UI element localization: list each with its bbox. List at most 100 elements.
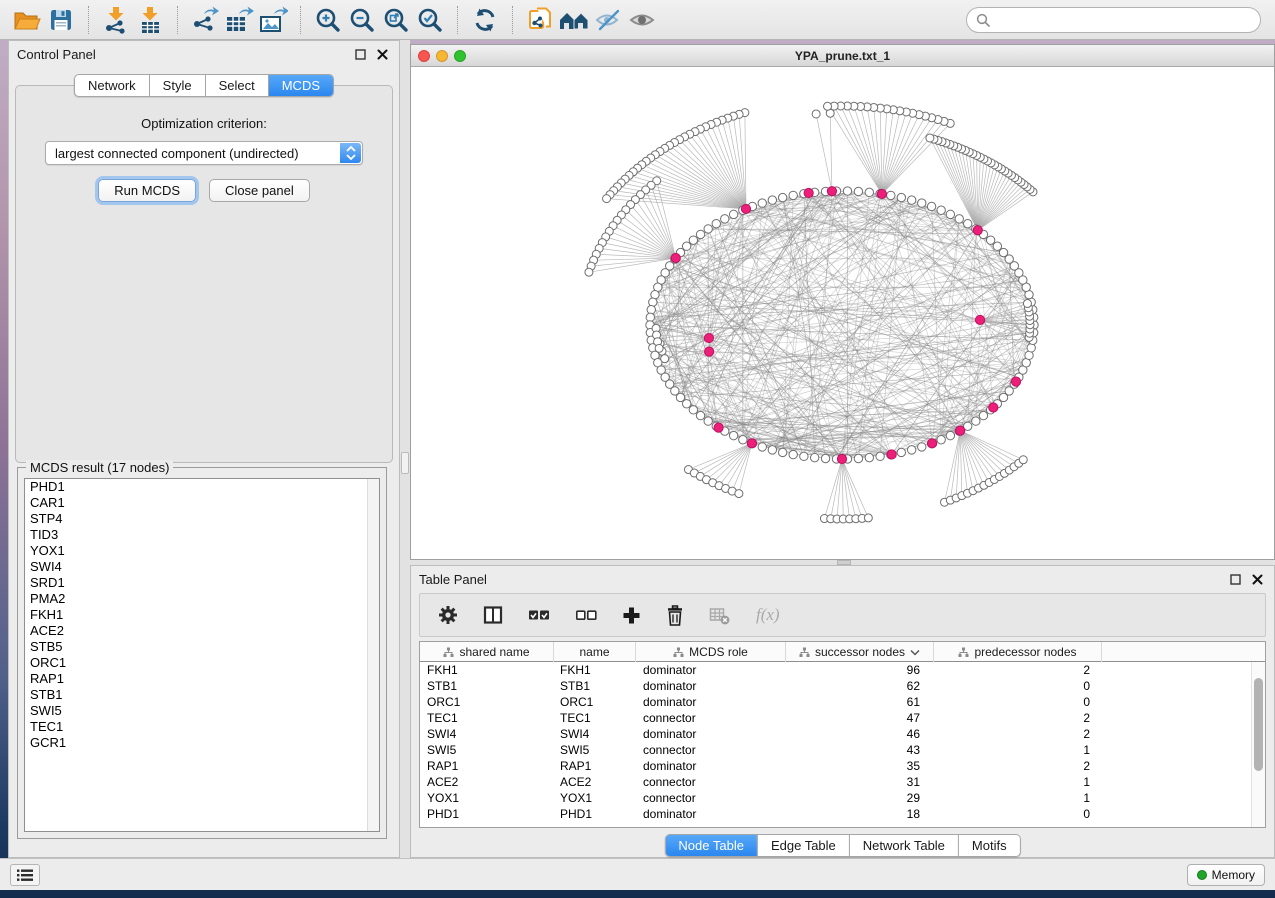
show-all-button[interactable] [625, 4, 659, 36]
mcds-result-item[interactable]: RAP1 [25, 671, 379, 687]
search-input[interactable] [996, 12, 1251, 27]
import-table-button[interactable] [133, 4, 167, 36]
table-tab-edge-table[interactable]: Edge Table [757, 835, 849, 856]
table-row[interactable]: TEC1TEC1connector472 [420, 710, 1265, 726]
run-mcds-button[interactable]: Run MCDS [98, 179, 196, 202]
show-column-button[interactable] [483, 605, 503, 625]
mcds-result-item[interactable]: TID3 [25, 527, 379, 543]
clone-network-button[interactable] [523, 4, 557, 36]
mcds-result-item[interactable]: CAR1 [25, 495, 379, 511]
mcds-result-item[interactable]: PMA2 [25, 591, 379, 607]
mcds-result-item[interactable]: STB1 [25, 687, 379, 703]
close-panel-button-mcds[interactable]: Close panel [209, 179, 310, 202]
save-session-button[interactable] [44, 4, 78, 36]
first-neighbors-icon [558, 8, 590, 32]
mcds-result-list[interactable]: PHD1CAR1STP4TID3YOX1SWI4SRD1PMA2FKH1ACE2… [24, 478, 380, 832]
float-panel-button[interactable] [351, 45, 369, 63]
open-session-button[interactable] [10, 4, 44, 36]
task-history-button[interactable] [10, 864, 40, 886]
network-window-titlebar[interactable]: YPA_prune.txt_1 [411, 45, 1274, 67]
table-row[interactable]: FKH1FKH1dominator962 [420, 662, 1265, 678]
table-row[interactable]: RAP1RAP1dominator352 [420, 758, 1265, 774]
mcds-result-item[interactable]: SRD1 [25, 575, 379, 591]
table-tab-node-table[interactable]: Node Table [665, 835, 757, 856]
close-table-panel-button[interactable] [1248, 570, 1266, 588]
column-header-MCDS-role[interactable]: MCDS role [636, 642, 786, 662]
table-settings-button[interactable] [438, 605, 458, 625]
memory-status-icon [1197, 870, 1207, 880]
float-table-panel-button[interactable] [1226, 570, 1244, 588]
mcds-result-item[interactable]: STB5 [25, 639, 379, 655]
export-image-button[interactable] [256, 4, 290, 36]
table-cell: 47 [786, 710, 934, 726]
mcds-result-item[interactable]: SWI4 [25, 559, 379, 575]
close-panel-button[interactable] [373, 45, 391, 63]
mcds-result-item[interactable]: GCR1 [25, 735, 379, 751]
zoom-fit-button[interactable] [379, 4, 413, 36]
table-cell: 2 [934, 710, 1102, 726]
table-row[interactable]: STB1STB1dominator620 [420, 678, 1265, 694]
table-tab-motifs[interactable]: Motifs [958, 835, 1020, 856]
apply-layout-button[interactable] [468, 4, 502, 36]
import-table-icon [137, 6, 163, 34]
table-row[interactable]: YOX1YOX1connector291 [420, 790, 1265, 806]
import-network-button[interactable] [99, 4, 133, 36]
table-tab-network-table[interactable]: Network Table [849, 835, 958, 856]
mcds-result-item[interactable]: STP4 [25, 511, 379, 527]
select-all-button[interactable] [528, 607, 550, 623]
column-header-successor-nodes[interactable]: successor nodes [786, 642, 934, 662]
first-neighbors-button[interactable] [557, 4, 591, 36]
table-panel: Table Panel [410, 565, 1275, 858]
export-table-button[interactable] [222, 4, 256, 36]
table-row[interactable]: ACE2ACE2connector311 [420, 774, 1265, 790]
search-field[interactable] [966, 7, 1261, 33]
unselect-all-button[interactable] [575, 607, 597, 623]
vertical-splitter[interactable] [400, 40, 410, 858]
zoom-selected-button[interactable] [413, 4, 447, 36]
column-header-predecessor-nodes[interactable]: predecessor nodes [934, 642, 1102, 662]
mcds-result-item[interactable]: FKH1 [25, 607, 379, 623]
column-header-shared-name[interactable]: shared name [420, 642, 554, 662]
tab-select[interactable]: Select [205, 75, 268, 96]
memory-button[interactable]: Memory [1187, 864, 1265, 886]
mcds-list-scrollbar[interactable] [367, 479, 379, 831]
mcds-result-item[interactable]: ACE2 [25, 623, 379, 639]
mcds-result-item[interactable]: PHD1 [25, 479, 379, 495]
tree-column-icon [799, 647, 810, 658]
table-scrollbar[interactable] [1251, 662, 1265, 827]
tab-mcds[interactable]: MCDS [268, 75, 333, 96]
hide-selected-button[interactable] [591, 4, 625, 36]
zoom-out-button[interactable] [345, 4, 379, 36]
gear-icon [438, 605, 458, 625]
tab-style[interactable]: Style [149, 75, 205, 96]
table-row[interactable]: ORC1ORC1dominator610 [420, 694, 1265, 710]
function-builder-button[interactable]: f(x) [756, 605, 780, 625]
table-row[interactable]: SWI4SWI4dominator462 [420, 726, 1265, 742]
mcds-result-group: MCDS result (17 nodes) PHD1CAR1STP4TID3Y… [17, 467, 387, 839]
table-cell: 62 [786, 678, 934, 694]
splitter-grip[interactable] [401, 452, 409, 474]
select-all-icon [528, 607, 550, 623]
mcds-result-item[interactable]: ORC1 [25, 655, 379, 671]
table-body: FKH1FKH1dominator962STB1STB1dominator620… [420, 662, 1265, 822]
column-header-name[interactable]: name [554, 642, 636, 662]
destroy-table-button[interactable] [709, 605, 731, 625]
table-cell: STB1 [420, 678, 554, 694]
mcds-result-item[interactable]: YOX1 [25, 543, 379, 559]
table-cell: 0 [934, 806, 1102, 822]
tab-network[interactable]: Network [75, 75, 149, 96]
table-cell: 46 [786, 726, 934, 742]
table-scrollbar-thumb[interactable] [1254, 678, 1263, 771]
zoom-in-button[interactable] [311, 4, 345, 36]
delete-row-button[interactable] [666, 605, 684, 626]
mcds-result-item[interactable]: SWI5 [25, 703, 379, 719]
mcds-result-item[interactable]: TEC1 [25, 719, 379, 735]
table-row[interactable]: SWI5SWI5connector431 [420, 742, 1265, 758]
table-row[interactable]: PHD1PHD1dominator180 [420, 806, 1265, 822]
export-network-button[interactable] [188, 4, 222, 36]
tree-column-icon [958, 647, 969, 658]
network-canvas[interactable] [411, 67, 1274, 559]
table-cell: 1 [934, 774, 1102, 790]
add-row-button[interactable] [622, 606, 641, 625]
criterion-dropdown[interactable]: largest connected component (undirected) [45, 141, 363, 165]
